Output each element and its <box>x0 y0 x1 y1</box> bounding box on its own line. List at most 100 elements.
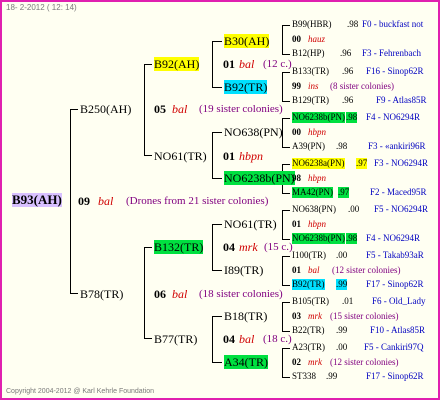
gen2-c-queen[interactable]: B132(TR) <box>154 240 204 254</box>
gen4-year: 98 <box>292 173 301 183</box>
gen3-a2-queen[interactable]: B92(TR) <box>224 80 268 94</box>
gen4-code: F5 - Takab93aR <box>366 250 424 260</box>
gen4-queen[interactable]: B99(HBR) <box>292 19 332 30</box>
gen3-a1-queen[interactable]: B30(AH) <box>224 34 270 48</box>
gen4-year: 00 <box>292 34 301 44</box>
gen4-score: .99 <box>326 371 338 381</box>
gen1-bottom-note: (18 sister colonies) <box>199 288 283 300</box>
root-note: (Drones from 21 sister colonies) <box>126 195 269 207</box>
gen4-note: (12 sister colonies) <box>332 265 401 275</box>
root-queen[interactable]: B93(AH) <box>12 193 62 207</box>
gen4-queen[interactable]: B92(TR) <box>292 279 325 290</box>
gen4-year: 02 <box>292 357 301 367</box>
connector <box>70 109 71 294</box>
gen2-b-queen[interactable]: NO61(TR) <box>154 149 207 163</box>
pedigree-frame: 18- 2-2012 ( 12: 14) B93(AH) 09 bal (Dro… <box>0 0 440 400</box>
gen1-top-year: 05 <box>154 102 166 116</box>
gen4-mark: hbpn <box>308 127 326 137</box>
connector <box>282 164 290 165</box>
gen1-top-queen[interactable]: B250(AH) <box>80 102 131 116</box>
connector <box>144 64 152 65</box>
gen3-b2-queen[interactable]: NO6238b(PN) <box>224 171 295 185</box>
gen4-score: .98 <box>346 112 358 123</box>
gen4-queen[interactable]: NO6238b(PN) <box>292 233 345 244</box>
gen4-queen[interactable]: NO6238b(PN) <box>292 112 345 123</box>
gen4-score: .96 <box>340 48 352 58</box>
gen4-code: F4 - NO6294R <box>366 112 421 122</box>
gen3-c2-queen[interactable]: I89(TR) <box>224 263 263 277</box>
gen1-top-mark: bal <box>172 102 188 116</box>
connector <box>212 316 222 317</box>
gen4-note: (15 sister colonies) <box>330 311 399 321</box>
gen4-year: 01 <box>292 219 301 229</box>
gen3-d1-queen[interactable]: B18(TR) <box>224 309 267 323</box>
gen4-queen[interactable]: NO6238a(PN) <box>292 158 345 169</box>
root-year: 09 <box>78 194 90 208</box>
gen4-code: F10 - Atlas85R <box>370 325 426 335</box>
gen4-queen[interactable]: B12(HP) <box>292 48 325 59</box>
gen4-queen[interactable]: I100(TR) <box>292 250 326 261</box>
connector <box>282 256 290 257</box>
connector <box>212 132 222 133</box>
gen4-queen[interactable]: MA42(PN) <box>292 187 334 198</box>
gen4-queen[interactable]: B133(TR) <box>292 66 329 77</box>
gen4-mark: mrk <box>308 311 322 321</box>
connector <box>212 270 222 271</box>
gen4-queen[interactable]: B129(TR) <box>292 95 329 106</box>
gen4-mark: hbpn <box>308 219 326 229</box>
gen4-code: F3 - NO6294R <box>374 158 429 168</box>
gen4-queen[interactable]: ST338 <box>292 371 316 382</box>
connector <box>212 132 213 179</box>
gen4-queen[interactable]: B22(TR) <box>292 325 325 336</box>
gen4-mark: mrk <box>308 357 322 367</box>
gen4-code: F0 - buckfast not <box>362 19 424 29</box>
gen4-code: F5 - Cankiri97Q <box>364 342 424 352</box>
gen4-code: F2 - Maced95R <box>370 187 427 197</box>
connector <box>282 256 283 286</box>
gen4-queen[interactable]: A39(PN) <box>292 141 325 152</box>
gen4-queen[interactable]: B105(TR) <box>292 296 329 307</box>
connector <box>212 224 222 225</box>
gen4-score: .96 <box>342 95 354 105</box>
gen4-queen[interactable]: NO638(PN) <box>292 204 336 215</box>
connector <box>212 41 222 42</box>
gen4-code: F4 - NO6294R <box>366 233 421 243</box>
gen2-d-queen[interactable]: B77(TR) <box>154 332 197 346</box>
connector <box>282 302 290 303</box>
gen2-c-note: (15 c.) <box>264 241 293 253</box>
connector <box>282 285 290 286</box>
gen2-b-year: 01 <box>223 149 235 163</box>
root-mark: bal <box>98 194 114 208</box>
connector <box>282 377 290 378</box>
gen4-score: .98 <box>347 19 359 29</box>
connector <box>282 25 283 55</box>
gen3-b1-queen[interactable]: NO638(PN) <box>224 125 283 139</box>
gen4-queen[interactable]: A23(TR) <box>292 342 325 353</box>
gen4-code: F17 - Sinop62R <box>366 279 424 289</box>
gen4-code: F9 - Atlas85R <box>376 95 427 105</box>
gen2-c-year: 04 <box>223 240 235 254</box>
connector <box>282 210 283 240</box>
connector <box>212 87 222 88</box>
gen4-score: .00 <box>336 250 348 260</box>
connector <box>282 54 290 55</box>
gen4-mark: hauz <box>308 34 326 44</box>
gen3-c1-queen[interactable]: NO61(TR) <box>224 217 277 231</box>
connector <box>212 41 213 88</box>
gen3-d2-queen[interactable]: A34(TR) <box>224 355 268 369</box>
gen1-bottom-queen[interactable]: B78(TR) <box>80 287 123 301</box>
gen4-year: 99 <box>292 81 301 91</box>
connector <box>144 155 152 156</box>
connector <box>282 193 290 194</box>
gen2-d-year: 04 <box>223 332 235 346</box>
gen4-code: F3 - Fehrenbach <box>362 48 421 58</box>
connector <box>282 118 290 119</box>
gen4-year: 03 <box>292 311 301 321</box>
gen4-score: .01 <box>342 296 354 306</box>
copyright-footer: Copyright 2004-2012 @ Karl Kehrle Founda… <box>6 388 154 395</box>
gen2-d-mark: bal <box>239 332 255 346</box>
gen2-c-mark: mrk <box>239 240 258 254</box>
gen4-score: .99 <box>336 279 348 290</box>
gen2-a-mark: bal <box>239 57 255 71</box>
gen2-a-queen[interactable]: B92(AH) <box>154 57 200 71</box>
